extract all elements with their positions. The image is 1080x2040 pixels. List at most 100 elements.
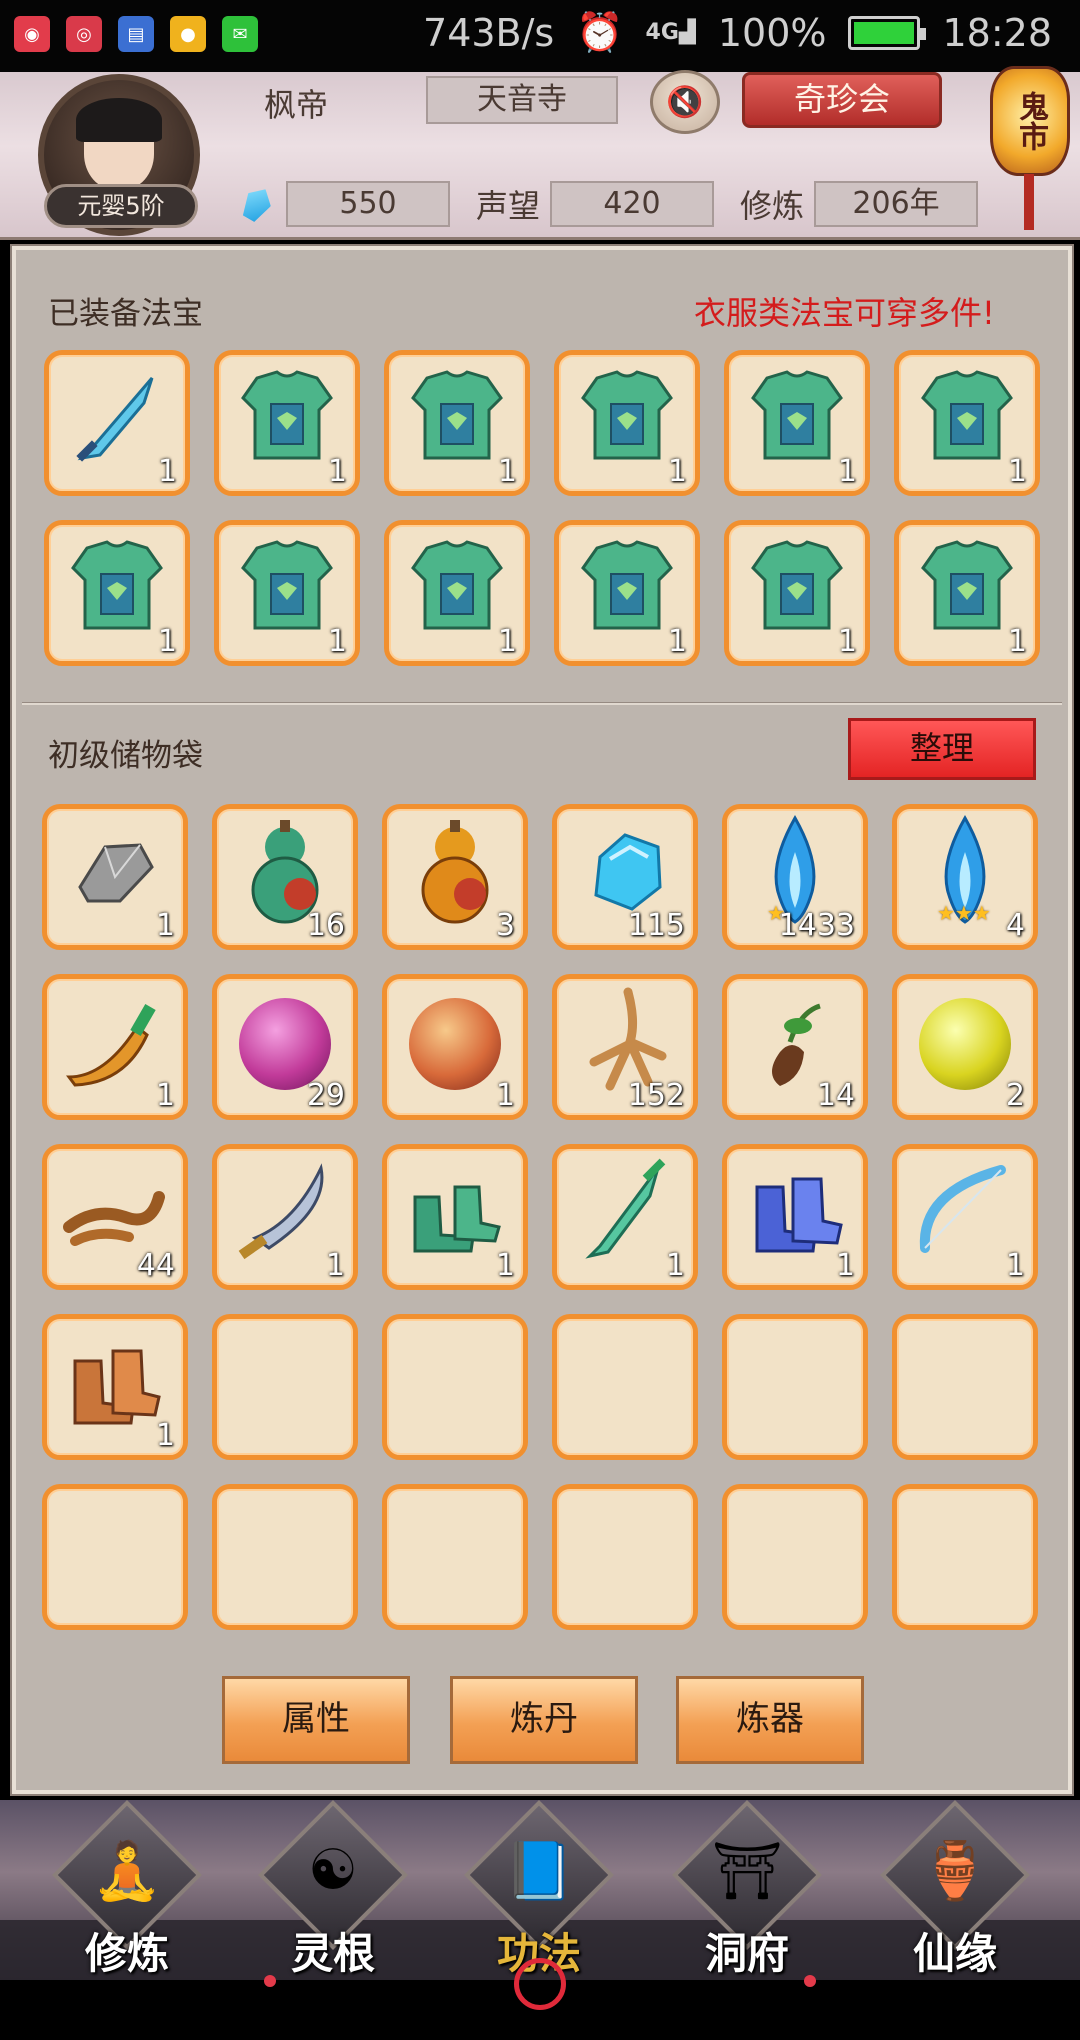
alchemy-button[interactable]: 炼丹 [450,1676,638,1764]
battery-percent: 100% [717,10,827,55]
bag-slot[interactable]: ★ 1433 [722,804,868,950]
nav-item-4[interactable]: ⛩ 洞府 [672,1800,822,1978]
speaker-muted-icon: 🔇 [666,84,704,120]
nav-item-3[interactable]: 📘 功法 [464,1800,614,1978]
item-count: 1 [1005,1248,1025,1283]
nav-item-2[interactable]: ☯ 灵根 [258,1800,408,1978]
lantern-tassel [1024,174,1034,230]
equipped-grid: 1 1 1 1 1 1 1 1 1 1 1 1 [44,350,1040,666]
jade-sword-icon [570,1152,680,1276]
gourd-icon: 🏺 [920,1839,990,1904]
forging-button[interactable]: 炼器 [676,1676,864,1764]
equipped-slot[interactable]: 1 [214,520,360,666]
mute-button[interactable]: 🔇 [650,70,720,134]
equipped-slot[interactable]: 1 [724,350,870,496]
item-count: 1 [327,624,347,659]
equipped-slot[interactable]: 1 [384,350,530,496]
equipped-slot[interactable]: 1 [894,350,1040,496]
item-count: 1 [837,454,857,489]
battery-icon [848,15,927,50]
nav-label: 灵根 [290,1929,375,1978]
item-count: 44 [136,1248,175,1283]
bag-slot[interactable]: 1 [722,1144,868,1290]
equipped-slot[interactable]: 1 [384,520,530,666]
bag-slot[interactable]: 1 [42,974,188,1120]
monk-icon: 🧘 [92,1839,162,1904]
equipped-slot[interactable]: 1 [44,350,190,496]
bag-slot[interactable]: ★★★ 4 [892,804,1038,950]
bag-slot[interactable] [382,1314,528,1460]
treasure-auction-button[interactable]: 奇珍会 [742,72,942,128]
orange-gourd-icon [400,812,510,936]
item-count: 1 [155,908,175,943]
equipped-slot[interactable]: 1 [554,350,700,496]
bag-slot[interactable]: 14 [722,974,868,1120]
bag-slot[interactable]: 115 [552,804,698,950]
bag-slot[interactable]: 29 [212,974,358,1120]
bag-slot[interactable] [552,1484,698,1630]
bag-slot[interactable] [382,1484,528,1630]
bag-slot[interactable] [892,1314,1038,1460]
item-count: 14 [816,1078,855,1113]
item-count: 1 [495,1078,515,1113]
sort-button[interactable]: 整理 [848,718,1036,780]
purple-orb-icon [239,998,331,1091]
item-count: 3 [495,908,515,943]
item-count: 152 [627,1078,685,1113]
bag-slot[interactable]: 1 [382,974,528,1120]
equipped-slot[interactable]: 1 [554,520,700,666]
bag-slot[interactable] [722,1484,868,1630]
bag-slot[interactable] [552,1314,698,1460]
item-count: 1433 [778,908,855,943]
bag-slot[interactable]: 1 [552,1144,698,1290]
item-count: 1 [835,1248,855,1283]
ore-icon [60,817,170,931]
status-bar: ◉ ◎ ▤ ● ✉ 743B/s ⏰ 4G▟ 100% 18:28 [0,0,1080,72]
section-divider [22,702,1062,705]
bag-slot[interactable] [212,1484,358,1630]
bag-slot[interactable]: 44 [42,1144,188,1290]
bag-slot[interactable]: 3 [382,804,528,950]
music-notification-icon: ◎ [66,16,102,52]
nav-item-1[interactable]: 🧘 修炼 [52,1800,202,1978]
stats-row: 550 声望 420 修炼 206年 [244,180,979,228]
nav-label: 洞府 [704,1929,789,1978]
reputation-value: 420 [550,181,715,227]
yin-yang-sword-icon: ☯ [307,1838,359,1903]
nav-label: 修炼 [84,1929,169,1978]
equipped-slot[interactable]: 1 [894,520,1040,666]
item-count: 1 [155,1418,175,1453]
bag-slot[interactable]: 152 [552,974,698,1120]
bag-slot[interactable]: 1 [892,1144,1038,1290]
bag-slot[interactable] [722,1314,868,1460]
bag-slot[interactable] [212,1314,358,1460]
nav-item-5[interactable]: 🏺 仙缘 [880,1800,1030,1978]
network-speed: 743B/s [423,10,555,55]
clock: 18:28 [942,10,1052,55]
item-count: 1 [155,1078,175,1113]
bag-slot[interactable] [892,1484,1038,1630]
bag-slot[interactable] [42,1484,188,1630]
bag-slot[interactable]: 1 [212,1144,358,1290]
attributes-button[interactable]: 属性 [222,1676,410,1764]
bottom-nav: 🧘 修炼 ☯ 灵根 📘 功法 ⛩ 洞府 🏺 仙缘 [0,1800,1080,1980]
home-button[interactable] [514,1958,566,2010]
equipped-slot[interactable]: 1 [44,520,190,666]
bag-slot[interactable]: 1 [42,1314,188,1460]
star-rating: ★★★ [937,901,991,925]
scripture-book-icon: 📘 [504,1839,574,1904]
item-count: 4 [1005,908,1025,943]
equipped-slot[interactable]: 1 [724,520,870,666]
nav-label: 仙缘 [912,1929,997,1978]
item-count: 1 [665,1248,685,1283]
bag-slot[interactable]: 1 [42,804,188,950]
item-count: 1 [157,624,177,659]
bag-slot[interactable]: 16 [212,804,358,950]
player-name: 枫帝 [264,86,329,124]
equipped-slot[interactable]: 1 [214,350,360,496]
spirit-stone-icon [237,183,277,225]
bag-slot[interactable]: 1 [382,1144,528,1290]
item-count: 1 [495,1248,515,1283]
bag-slot[interactable]: 2 [892,974,1038,1120]
ghost-market-lantern[interactable]: 鬼市 [990,66,1070,176]
